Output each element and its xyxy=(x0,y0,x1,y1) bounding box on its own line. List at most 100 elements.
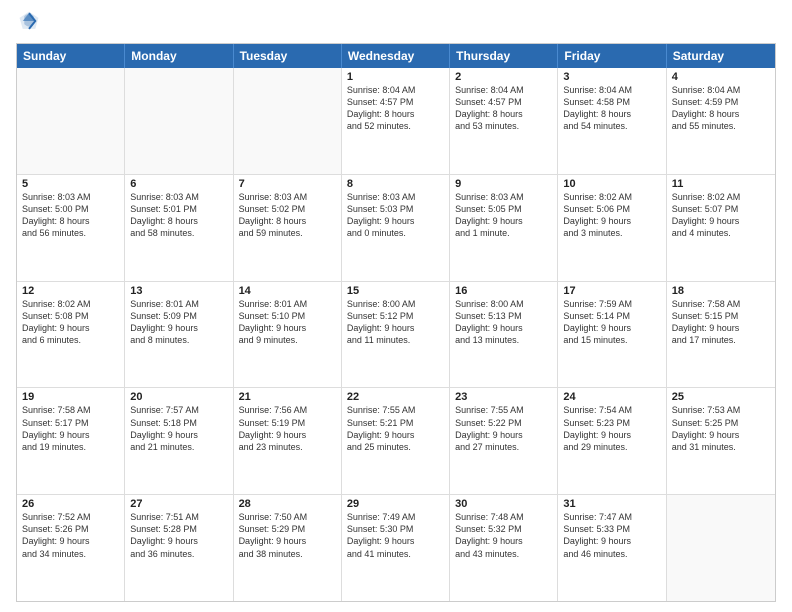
day-cell-3: 3Sunrise: 8:04 AM Sunset: 4:58 PM Daylig… xyxy=(558,68,666,174)
page: SundayMondayTuesdayWednesdayThursdayFrid… xyxy=(0,0,792,612)
day-number: 6 xyxy=(130,178,227,190)
day-number: 23 xyxy=(455,391,552,403)
day-number: 14 xyxy=(239,285,336,297)
day-cell-4: 4Sunrise: 8:04 AM Sunset: 4:59 PM Daylig… xyxy=(667,68,775,174)
day-number: 25 xyxy=(672,391,770,403)
day-cell-17: 17Sunrise: 7:59 AM Sunset: 5:14 PM Dayli… xyxy=(558,282,666,388)
day-number: 27 xyxy=(130,498,227,510)
day-number: 12 xyxy=(22,285,119,297)
day-info: Sunrise: 8:04 AM Sunset: 4:57 PM Dayligh… xyxy=(455,84,552,133)
day-info: Sunrise: 7:57 AM Sunset: 5:18 PM Dayligh… xyxy=(130,404,227,453)
day-info: Sunrise: 7:48 AM Sunset: 5:32 PM Dayligh… xyxy=(455,511,552,560)
day-number: 18 xyxy=(672,285,770,297)
logo-icon xyxy=(18,10,40,32)
day-cell-30: 30Sunrise: 7:48 AM Sunset: 5:32 PM Dayli… xyxy=(450,495,558,601)
day-number: 5 xyxy=(22,178,119,190)
day-info: Sunrise: 8:03 AM Sunset: 5:01 PM Dayligh… xyxy=(130,191,227,240)
day-info: Sunrise: 7:53 AM Sunset: 5:25 PM Dayligh… xyxy=(672,404,770,453)
day-info: Sunrise: 8:02 AM Sunset: 5:06 PM Dayligh… xyxy=(563,191,660,240)
day-info: Sunrise: 8:03 AM Sunset: 5:05 PM Dayligh… xyxy=(455,191,552,240)
day-cell-31: 31Sunrise: 7:47 AM Sunset: 5:33 PM Dayli… xyxy=(558,495,666,601)
day-number: 22 xyxy=(347,391,444,403)
day-number: 17 xyxy=(563,285,660,297)
day-number: 8 xyxy=(347,178,444,190)
day-info: Sunrise: 7:49 AM Sunset: 5:30 PM Dayligh… xyxy=(347,511,444,560)
week-row-5: 26Sunrise: 7:52 AM Sunset: 5:26 PM Dayli… xyxy=(17,495,775,601)
day-info: Sunrise: 8:04 AM Sunset: 4:59 PM Dayligh… xyxy=(672,84,770,133)
calendar-header: SundayMondayTuesdayWednesdayThursdayFrid… xyxy=(17,44,775,68)
day-header-thursday: Thursday xyxy=(450,44,558,68)
day-number: 7 xyxy=(239,178,336,190)
day-cell-1: 1Sunrise: 8:04 AM Sunset: 4:57 PM Daylig… xyxy=(342,68,450,174)
day-number: 31 xyxy=(563,498,660,510)
day-header-sunday: Sunday xyxy=(17,44,125,68)
day-info: Sunrise: 8:02 AM Sunset: 5:08 PM Dayligh… xyxy=(22,298,119,347)
day-number: 19 xyxy=(22,391,119,403)
day-number: 4 xyxy=(672,71,770,83)
week-row-2: 5Sunrise: 8:03 AM Sunset: 5:00 PM Daylig… xyxy=(17,175,775,282)
day-info: Sunrise: 7:58 AM Sunset: 5:15 PM Dayligh… xyxy=(672,298,770,347)
day-info: Sunrise: 8:04 AM Sunset: 4:57 PM Dayligh… xyxy=(347,84,444,133)
day-cell-18: 18Sunrise: 7:58 AM Sunset: 5:15 PM Dayli… xyxy=(667,282,775,388)
day-info: Sunrise: 7:56 AM Sunset: 5:19 PM Dayligh… xyxy=(239,404,336,453)
day-number: 11 xyxy=(672,178,770,190)
day-number: 21 xyxy=(239,391,336,403)
day-number: 29 xyxy=(347,498,444,510)
day-info: Sunrise: 8:03 AM Sunset: 5:02 PM Dayligh… xyxy=(239,191,336,240)
day-cell-22: 22Sunrise: 7:55 AM Sunset: 5:21 PM Dayli… xyxy=(342,388,450,494)
day-cell-26: 26Sunrise: 7:52 AM Sunset: 5:26 PM Dayli… xyxy=(17,495,125,601)
day-info: Sunrise: 7:52 AM Sunset: 5:26 PM Dayligh… xyxy=(22,511,119,560)
day-cell-25: 25Sunrise: 7:53 AM Sunset: 5:25 PM Dayli… xyxy=(667,388,775,494)
day-cell-29: 29Sunrise: 7:49 AM Sunset: 5:30 PM Dayli… xyxy=(342,495,450,601)
day-info: Sunrise: 8:01 AM Sunset: 5:09 PM Dayligh… xyxy=(130,298,227,347)
empty-cell xyxy=(125,68,233,174)
day-cell-6: 6Sunrise: 8:03 AM Sunset: 5:01 PM Daylig… xyxy=(125,175,233,281)
day-number: 10 xyxy=(563,178,660,190)
day-info: Sunrise: 8:01 AM Sunset: 5:10 PM Dayligh… xyxy=(239,298,336,347)
day-cell-7: 7Sunrise: 8:03 AM Sunset: 5:02 PM Daylig… xyxy=(234,175,342,281)
day-cell-5: 5Sunrise: 8:03 AM Sunset: 5:00 PM Daylig… xyxy=(17,175,125,281)
week-row-4: 19Sunrise: 7:58 AM Sunset: 5:17 PM Dayli… xyxy=(17,388,775,495)
day-cell-24: 24Sunrise: 7:54 AM Sunset: 5:23 PM Dayli… xyxy=(558,388,666,494)
day-info: Sunrise: 7:59 AM Sunset: 5:14 PM Dayligh… xyxy=(563,298,660,347)
day-cell-21: 21Sunrise: 7:56 AM Sunset: 5:19 PM Dayli… xyxy=(234,388,342,494)
day-cell-28: 28Sunrise: 7:50 AM Sunset: 5:29 PM Dayli… xyxy=(234,495,342,601)
day-header-wednesday: Wednesday xyxy=(342,44,450,68)
day-number: 28 xyxy=(239,498,336,510)
empty-cell xyxy=(17,68,125,174)
day-cell-27: 27Sunrise: 7:51 AM Sunset: 5:28 PM Dayli… xyxy=(125,495,233,601)
day-number: 1 xyxy=(347,71,444,83)
day-info: Sunrise: 8:02 AM Sunset: 5:07 PM Dayligh… xyxy=(672,191,770,240)
day-info: Sunrise: 7:55 AM Sunset: 5:22 PM Dayligh… xyxy=(455,404,552,453)
day-cell-2: 2Sunrise: 8:04 AM Sunset: 4:57 PM Daylig… xyxy=(450,68,558,174)
day-number: 26 xyxy=(22,498,119,510)
day-header-tuesday: Tuesday xyxy=(234,44,342,68)
week-row-3: 12Sunrise: 8:02 AM Sunset: 5:08 PM Dayli… xyxy=(17,282,775,389)
day-info: Sunrise: 8:03 AM Sunset: 5:03 PM Dayligh… xyxy=(347,191,444,240)
day-cell-14: 14Sunrise: 8:01 AM Sunset: 5:10 PM Dayli… xyxy=(234,282,342,388)
day-info: Sunrise: 8:03 AM Sunset: 5:00 PM Dayligh… xyxy=(22,191,119,240)
day-info: Sunrise: 7:47 AM Sunset: 5:33 PM Dayligh… xyxy=(563,511,660,560)
day-number: 13 xyxy=(130,285,227,297)
day-number: 16 xyxy=(455,285,552,297)
day-info: Sunrise: 8:04 AM Sunset: 4:58 PM Dayligh… xyxy=(563,84,660,133)
day-info: Sunrise: 7:54 AM Sunset: 5:23 PM Dayligh… xyxy=(563,404,660,453)
day-header-friday: Friday xyxy=(558,44,666,68)
day-cell-10: 10Sunrise: 8:02 AM Sunset: 5:06 PM Dayli… xyxy=(558,175,666,281)
day-info: Sunrise: 7:50 AM Sunset: 5:29 PM Dayligh… xyxy=(239,511,336,560)
day-number: 20 xyxy=(130,391,227,403)
day-number: 9 xyxy=(455,178,552,190)
calendar: SundayMondayTuesdayWednesdayThursdayFrid… xyxy=(16,43,776,602)
logo xyxy=(16,12,42,37)
day-number: 24 xyxy=(563,391,660,403)
day-cell-13: 13Sunrise: 8:01 AM Sunset: 5:09 PM Dayli… xyxy=(125,282,233,388)
header xyxy=(16,12,776,37)
day-number: 30 xyxy=(455,498,552,510)
day-cell-16: 16Sunrise: 8:00 AM Sunset: 5:13 PM Dayli… xyxy=(450,282,558,388)
day-cell-23: 23Sunrise: 7:55 AM Sunset: 5:22 PM Dayli… xyxy=(450,388,558,494)
day-info: Sunrise: 7:58 AM Sunset: 5:17 PM Dayligh… xyxy=(22,404,119,453)
week-row-1: 1Sunrise: 8:04 AM Sunset: 4:57 PM Daylig… xyxy=(17,68,775,175)
day-number: 15 xyxy=(347,285,444,297)
day-cell-19: 19Sunrise: 7:58 AM Sunset: 5:17 PM Dayli… xyxy=(17,388,125,494)
day-cell-15: 15Sunrise: 8:00 AM Sunset: 5:12 PM Dayli… xyxy=(342,282,450,388)
